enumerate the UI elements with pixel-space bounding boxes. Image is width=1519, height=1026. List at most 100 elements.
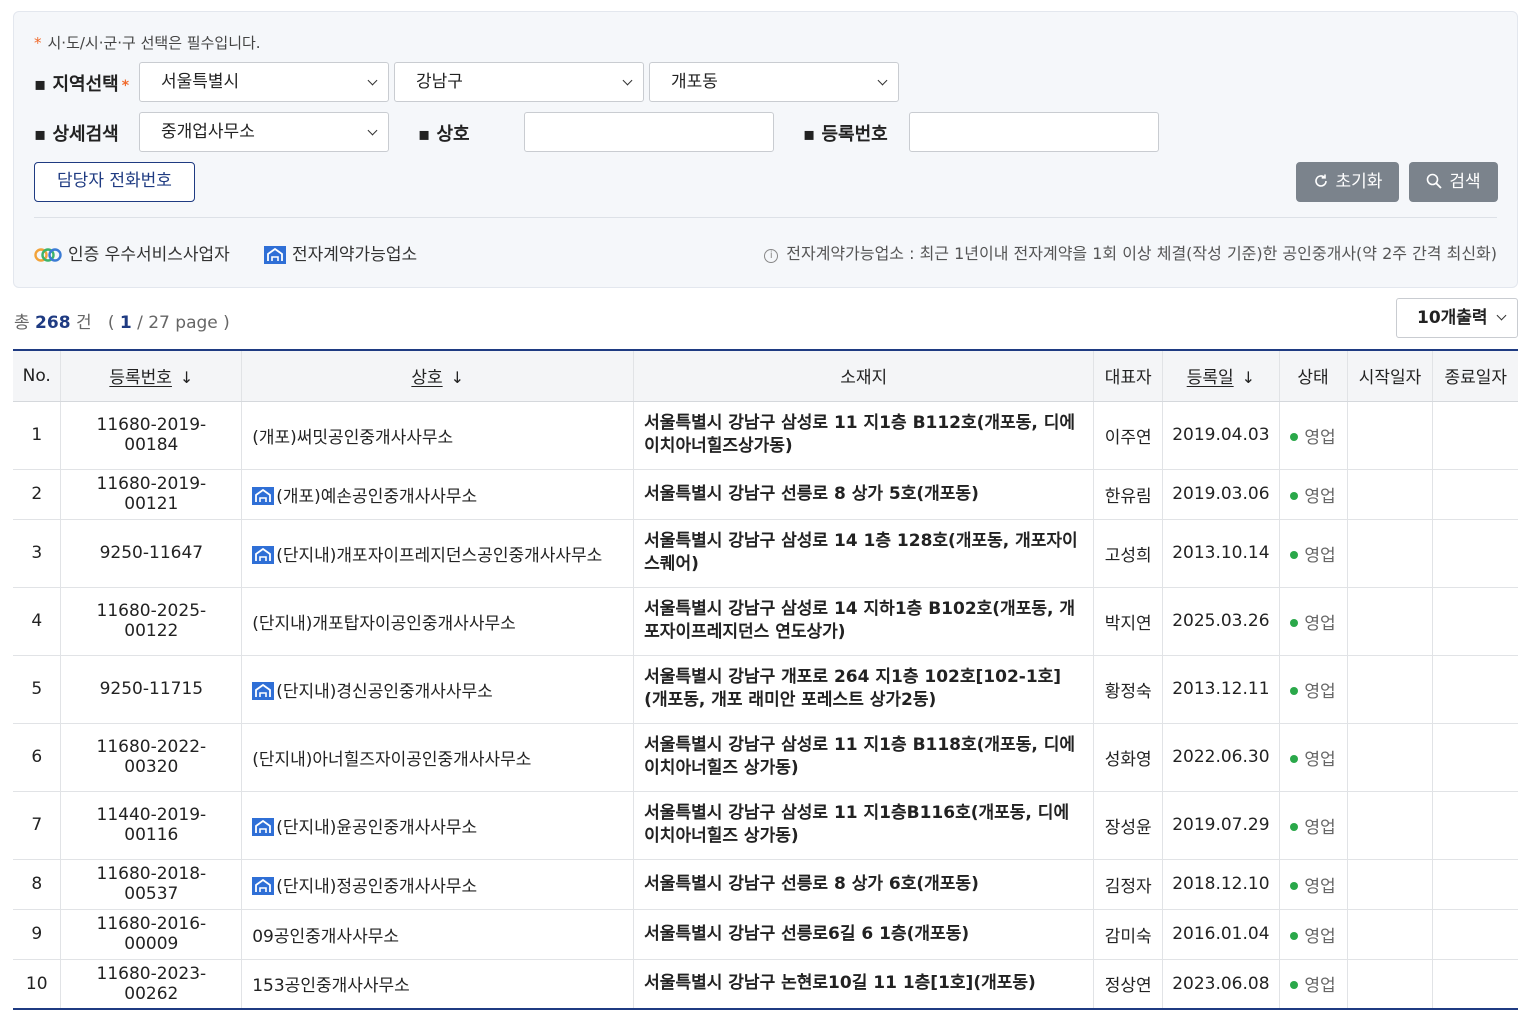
detail-type-select[interactable]: 중개업사무소 [139, 112, 389, 152]
cell-rep: 성화영 [1093, 723, 1164, 792]
cell-reg-no: 11680-2019-00121 [60, 469, 243, 520]
search-panel: * 시·도/시·군·구 선택은 필수입니다. ▪ 지역선택 * 서울특별시 강남구 … [13, 11, 1518, 288]
cell-name[interactable]: (단지내)경신공인중개사사무소 [241, 655, 635, 724]
cell-name[interactable]: (개포)써밋공인중개사사무소 [241, 401, 635, 470]
per-page-select[interactable]: 10개출력 [1396, 298, 1518, 338]
cell-name[interactable]: (개포)예손공인중개사사무소 [241, 469, 635, 520]
cell-no: 6 [13, 723, 62, 792]
table-row[interactable]: 8 11680-2018-00537 (단지내)정공인중개사사무소 서울특별시 강남구… [13, 859, 1518, 910]
cell-start [1347, 959, 1434, 1010]
certified-ring-icon [34, 248, 62, 262]
cell-name[interactable]: 153공인중개사사무소 [241, 959, 635, 1010]
office-name-link[interactable]: (단지내)개포자이프레지던스공인중개사사무소 [276, 546, 602, 566]
reg-no-input[interactable] [909, 112, 1159, 152]
header-status: 상태 [1279, 350, 1348, 402]
table-row[interactable]: 9 11680-2016-00009 09공인중개사사무소 서울특별시 강남구 선릉로… [13, 909, 1518, 960]
cell-reg-no: 9250-11647 [60, 519, 243, 588]
chevron-down-icon [367, 125, 378, 136]
status-dot-icon [1290, 981, 1299, 990]
status-dot-icon [1290, 550, 1299, 559]
sort-arrow-icon[interactable]: ↓ [180, 368, 193, 387]
cell-name[interactable]: (단지내)개포자이프레지던스공인중개사사무소 [241, 519, 635, 588]
table-row[interactable]: 2 11680-2019-00121 (개포)예손공인중개사사무소 서울특별시 강남구… [13, 469, 1518, 520]
table-row[interactable]: 5 9250-11715 (단지내)경신공인중개사사무소 서울특별시 강남구 개포로 … [13, 655, 1518, 724]
table-row[interactable]: 1 11680-2019-00184 (개포)써밋공인중개사사무소 서울특별시 강남구… [13, 401, 1518, 470]
table-row[interactable]: 10 11680-2023-00262 153공인중개사사무소 서울특별시 강남구 논… [13, 959, 1518, 1010]
cell-address: 서울특별시 강남구 삼성로 14 지하1층 B102호(개포동, 개포자이프레지… [633, 587, 1095, 656]
header-rep: 대표자 [1093, 350, 1164, 402]
search-button[interactable]: 검색 [1409, 162, 1498, 202]
cell-status: 영업 [1279, 959, 1348, 1010]
reset-button[interactable]: 초기화 [1296, 162, 1399, 202]
table-row[interactable]: 6 11680-2022-00320 (단지내)아너힐즈자이공인중개사사무소 서울특별… [13, 723, 1518, 792]
table-row[interactable]: 7 11440-2019-00116 (단지내)윤공인중개사사무소 서울특별시 강남구… [13, 791, 1518, 860]
cell-reg-date: 2013.10.14 [1162, 519, 1280, 588]
cell-reg-no: 11680-2022-00320 [60, 723, 243, 792]
office-name-link[interactable]: (단지내)아너힐즈자이공인중개사사무소 [252, 750, 531, 770]
sido-select[interactable]: 서울특별시 [139, 62, 389, 102]
header-reg-no[interactable]: 등록번호 ↓ [60, 350, 243, 402]
cell-status: 영업 [1279, 469, 1348, 520]
chevron-down-icon [367, 75, 378, 86]
office-name-link[interactable]: (단지내)개포탑자이공인중개사사무소 [252, 614, 516, 634]
cell-reg-no: 9250-11715 [60, 655, 243, 724]
econtract-notice: i 전자계약가능업소 : 최근 1년이내 전자계약을 1회 이상 체결(작성 기준… [764, 240, 1497, 264]
cell-name[interactable]: 09공인중개사사무소 [241, 909, 635, 960]
cell-address: 서울특별시 강남구 논현로10길 11 1층[1호](개포동) [633, 959, 1095, 1010]
cell-address: 서울특별시 강남구 선릉로 8 상가 5호(개포동) [633, 469, 1095, 520]
sigungu-select[interactable]: 강남구 [394, 62, 644, 102]
office-name-link[interactable]: (개포)예손공인중개사사무소 [276, 487, 477, 507]
cell-start [1347, 655, 1434, 724]
cell-reg-date: 2025.03.26 [1162, 587, 1280, 656]
name-input[interactable] [524, 112, 774, 152]
cell-start [1347, 587, 1434, 656]
dong-select[interactable]: 개포동 [649, 62, 899, 102]
header-reg-date[interactable]: 등록일 ↓ [1162, 350, 1280, 402]
sort-arrow-icon[interactable]: ↓ [1242, 368, 1255, 387]
cell-status: 영업 [1279, 859, 1348, 910]
cell-reg-date: 2022.06.30 [1162, 723, 1280, 792]
cell-reg-date: 2013.12.11 [1162, 655, 1280, 724]
chevron-down-icon [1496, 310, 1507, 321]
cell-name[interactable]: (단지내)개포탑자이공인중개사사무소 [241, 587, 635, 656]
office-name-link[interactable]: 153공인중개사사무소 [252, 976, 410, 996]
econtract-house-icon [252, 876, 275, 895]
chevron-down-icon [622, 75, 633, 86]
office-name-link[interactable]: (단지내)윤공인중개사사무소 [276, 818, 477, 838]
cell-rep: 황정숙 [1093, 655, 1164, 724]
office-name-link[interactable]: (단지내)경신공인중개사사무소 [276, 682, 493, 702]
cell-end [1432, 519, 1518, 588]
refresh-icon [1314, 174, 1327, 187]
cell-end [1432, 587, 1518, 656]
header-start: 시작일자 [1347, 350, 1434, 402]
cell-rep: 감미숙 [1093, 909, 1164, 960]
table-row[interactable]: 4 11680-2025-00122 (단지내)개포탑자이공인중개사사무소 서울특별시… [13, 587, 1518, 656]
cell-end [1432, 723, 1518, 792]
cell-reg-no: 11680-2018-00537 [60, 859, 243, 910]
cell-reg-date: 2019.07.29 [1162, 791, 1280, 860]
office-name-link[interactable]: (개포)써밋공인중개사사무소 [252, 428, 453, 448]
sort-arrow-icon[interactable]: ↓ [451, 368, 464, 387]
header-name[interactable]: 상호 ↓ [241, 350, 635, 402]
name-label: ▪ 상호 [418, 124, 470, 145]
status-dot-icon [1290, 754, 1299, 763]
cell-name[interactable]: (단지내)아너힐즈자이공인중개사사무소 [241, 723, 635, 792]
cell-reg-date: 2018.12.10 [1162, 859, 1280, 910]
cell-rep: 이주연 [1093, 401, 1164, 470]
cell-name[interactable]: (단지내)윤공인중개사사무소 [241, 791, 635, 860]
econtract-house-icon [252, 681, 275, 700]
cell-status: 영업 [1279, 655, 1348, 724]
cell-status: 영업 [1279, 587, 1348, 656]
office-name-link[interactable]: 09공인중개사사무소 [252, 927, 399, 947]
phone-button[interactable]: 담당자 전화번호 [34, 162, 195, 202]
cell-reg-no: 11680-2023-00262 [60, 959, 243, 1010]
cell-address: 서울특별시 강남구 삼성로 11 지1층 B118호(개포동, 디에이치아너힐즈… [633, 723, 1095, 792]
status-dot-icon [1290, 432, 1299, 441]
office-name-link[interactable]: (단지내)정공인중개사사무소 [276, 877, 477, 897]
header-no: No. [13, 350, 62, 402]
cell-name[interactable]: (단지내)정공인중개사사무소 [241, 859, 635, 910]
required-note: * 시·도/시·군·구 선택은 필수입니다. [34, 34, 261, 52]
cell-status: 영업 [1279, 519, 1348, 588]
table-row[interactable]: 3 9250-11647 (단지내)개포자이프레지던스공인중개사사무소 서울특별시 강… [13, 519, 1518, 588]
required-mark: * [34, 34, 42, 52]
